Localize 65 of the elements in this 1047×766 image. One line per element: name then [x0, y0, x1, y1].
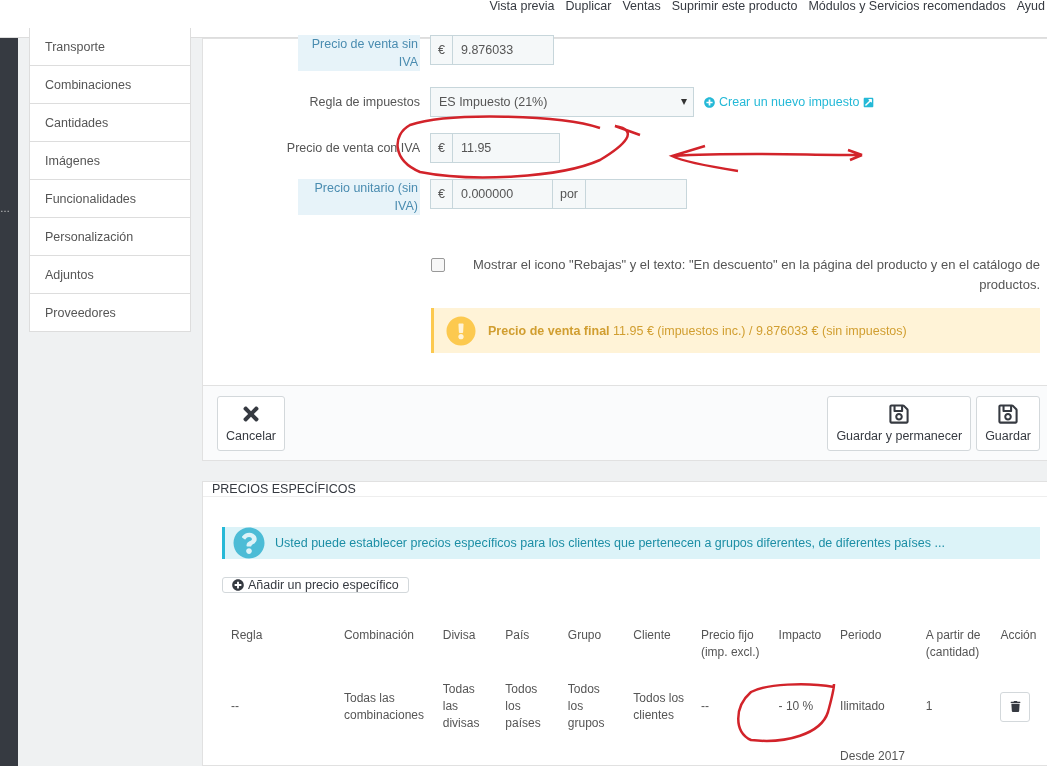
- table-cell: Todas las divisas: [442, 682, 480, 730]
- checkbox-label: Mostrar el icono "Rebajas" y el texto: "En descuento" en la página del producto y en el catálogo de productos.: [473, 256, 1040, 294]
- side-tab[interactable]: Personalización: [30, 217, 190, 255]
- table-cell: - 10 %: [778, 699, 814, 713]
- nav-link[interactable]: Ayud: [1016, 0, 1045, 13]
- save-icon: [997, 403, 1020, 425]
- column-header: Regla: [230, 627, 264, 644]
- field-label: Precio de venta sin IVA: [298, 35, 420, 71]
- column-header: Precio fijo (imp. excl.): [699, 627, 761, 661]
- side-tab[interactable]: Transporte: [30, 28, 190, 65]
- plus-icon: [704, 96, 715, 108]
- side-tab[interactable]: Proveedores: [30, 293, 190, 331]
- price-field[interactable]: € 9.876033: [430, 35, 554, 65]
- table-cell: Todos los clientes: [633, 690, 685, 722]
- plus-icon: [232, 579, 244, 591]
- nav-link[interactable]: Duplicar: [565, 0, 612, 13]
- external-link-icon: [863, 96, 875, 108]
- unit-price-field[interactable]: € 0.000000 por: [430, 179, 688, 209]
- side-tab[interactable]: Adjuntos: [30, 255, 190, 293]
- checkbox[interactable]: [431, 258, 445, 272]
- add-price-button[interactable]: Añadir un precio específico: [222, 577, 409, 593]
- column-header: País: [504, 627, 531, 644]
- side-tab[interactable]: Combinaciones: [30, 65, 190, 103]
- menu-ellipsis: …: [0, 204, 10, 214]
- info-text: Usted puede establecer precios específicos para los clientes que pertenecen a grupos diferentes, de diferentes países ...: [275, 536, 945, 550]
- warning-icon: [446, 315, 476, 346]
- side-tab[interactable]: Funcionalidades: [30, 179, 190, 217]
- column-header: Impacto: [777, 627, 823, 644]
- field-label: Precio de venta con IVA: [286, 140, 420, 157]
- final-price-text: Precio de venta final 11.95 € (impuestos inc.) / 9.876033 € (sin impuestos): [488, 323, 907, 338]
- field-label: Precio unitario (sin IVA): [298, 179, 420, 215]
- tax-select[interactable]: ES Impuesto (21%): [430, 87, 694, 117]
- table-cell: --: [700, 699, 709, 713]
- save-button[interactable]: Guardar: [976, 395, 1040, 451]
- table-cell: 1: [925, 699, 933, 713]
- column-header: Combinación: [342, 627, 415, 644]
- delete-button[interactable]: [1000, 691, 1031, 722]
- table-cell: Ilimitado: [840, 699, 885, 713]
- column-header: Divisa: [441, 627, 477, 644]
- caret-icon: [681, 99, 687, 105]
- nav-link[interactable]: Suprimir este producto: [671, 0, 798, 13]
- column-header: Periodo: [839, 627, 883, 644]
- side-tab[interactable]: Imágenes: [30, 141, 190, 179]
- nav-link[interactable]: Módulos y Servicios recomendados: [808, 0, 1006, 13]
- table-cell: Todos los grupos: [567, 682, 605, 730]
- help-icon: [233, 527, 265, 559]
- price-field[interactable]: € 11.95: [430, 133, 560, 163]
- column-header: Cliente: [632, 627, 672, 644]
- table-cell: Desde 2017: [840, 749, 905, 763]
- table-cell: --: [231, 699, 239, 713]
- nav-link[interactable]: Vista previa: [489, 0, 555, 13]
- save-button[interactable]: Guardar y permanecer: [827, 395, 972, 451]
- column-header: Grupo: [566, 627, 603, 644]
- column-header: A partir de (cantidad): [924, 627, 982, 661]
- side-tab[interactable]: Cantidades: [30, 103, 190, 141]
- table-cell: Todos los países: [505, 682, 541, 730]
- nav-link[interactable]: Ventas: [622, 0, 661, 13]
- column-header: Acción: [999, 627, 1038, 644]
- panel-title: PRECIOS ESPECÍFICOS: [203, 482, 1047, 497]
- save-icon: [888, 403, 911, 425]
- trash-icon: [1009, 701, 1021, 712]
- cancel-button[interactable]: Cancelar: [217, 395, 286, 451]
- field-label: Regla de impuestos: [309, 94, 420, 111]
- table-cell: Todas las combinaciones: [343, 690, 424, 722]
- close-icon: [240, 403, 262, 425]
